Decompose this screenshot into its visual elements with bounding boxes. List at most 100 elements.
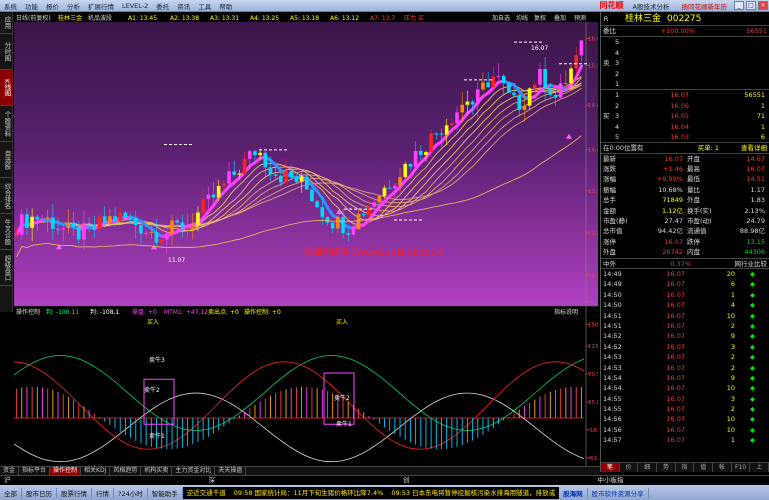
promo-link[interactable]: 扬同花顺新年历	[676, 1, 734, 11]
candle-body	[118, 212, 123, 221]
status-all[interactable]: 全部	[0, 487, 22, 498]
ma-button[interactable]: 均线	[516, 14, 528, 22]
indicator-tab-4[interactable]: 风格趋势	[110, 467, 142, 475]
tick-price: 16.07	[666, 394, 685, 403]
forecast-button[interactable]: 预测	[574, 14, 586, 22]
order-tag-right: 买单: 1	[697, 144, 719, 153]
buy-volume: 1	[760, 122, 765, 131]
indicator-tick-label: -18.91	[588, 428, 598, 434]
left-tab-7[interactable]: 超级盘口	[0, 250, 13, 286]
menu-item-quote[interactable]: 报价	[42, 1, 63, 11]
indicator-tab-6[interactable]: 主力资金对比	[172, 467, 216, 475]
maximize-button[interactable]: □	[746, 1, 756, 10]
status-calendar[interactable]: 股市日历	[22, 487, 57, 498]
kline-chart[interactable]: 16.07 15.57 14.83 14.01 13.24 12.46 11.68 股海网提…	[14, 22, 598, 477]
buy-orders: 1 16.07 56551 2 16.06 1 买 3 16.05 71 4 16.04 1 5 16.03…	[601, 89, 769, 142]
left-tab-5[interactable]: 综合排名	[0, 178, 13, 214]
tick-price: 16.07	[666, 384, 685, 393]
menu-item-news[interactable]: 资讯	[173, 1, 194, 11]
stat-value-2: 14.67	[746, 154, 765, 163]
tick-volume: 20	[726, 269, 735, 278]
menu-item-tools[interactable]: 工具	[194, 1, 215, 11]
index-sh[interactable]: 沪	[0, 476, 15, 485]
tick-price: 16.07	[666, 301, 685, 310]
candle-body	[19, 214, 24, 235]
index-sz[interactable]: 深	[205, 476, 220, 485]
quote-tab-6[interactable]: 帐	[713, 463, 732, 472]
period-label[interactable]: 日线(前复权)	[16, 14, 51, 22]
tick-volume: 1	[730, 436, 735, 445]
quote-tab-4[interactable]: 指	[676, 463, 695, 472]
tick-time: 14:49	[603, 269, 622, 278]
quote-tab-3[interactable]: 势	[657, 463, 676, 472]
minimize-button[interactable]: _	[734, 1, 744, 10]
price-tick-label: 13.24	[588, 189, 598, 195]
candle-body	[346, 233, 351, 235]
index-cy[interactable]: 创	[399, 476, 414, 485]
indicator-tab-5[interactable]: 机构买卖	[141, 467, 173, 475]
status-market[interactable]: 行情	[92, 487, 114, 498]
candle-body	[139, 225, 143, 234]
refresh-icon[interactable]: R	[601, 12, 611, 25]
candle-body	[133, 217, 138, 226]
close-button[interactable]: ×	[758, 1, 768, 10]
quote-tab-7[interactable]: F10	[732, 463, 751, 472]
indicator-tab-2[interactable]: 操作控制	[50, 467, 82, 475]
status-assistant[interactable]: 智能助手	[148, 487, 183, 498]
left-tab-3[interactable]: 个股资料	[0, 106, 13, 142]
left-tab-1[interactable]: 分时图	[0, 34, 13, 70]
menu-item-system[interactable]: 系统	[0, 1, 21, 11]
stat-value: +1.46	[663, 165, 683, 174]
status-quotes[interactable]: 股票行情	[57, 487, 92, 498]
menu-item-help[interactable]: 帮助	[215, 1, 236, 11]
left-tab-0[interactable]: 应用	[0, 12, 13, 34]
add-favorite-button[interactable]: 加自选	[492, 14, 510, 22]
adjust-button[interactable]: 复权	[534, 14, 546, 22]
indicator-tab-1[interactable]: 指标平台	[19, 467, 51, 475]
tick-price: 16.07	[666, 436, 685, 445]
tick-time: 14:50	[603, 290, 622, 299]
quote-tab-5[interactable]: 值	[694, 463, 714, 472]
candle-body	[532, 84, 537, 89]
candle-body	[159, 239, 164, 243]
quote-tab-0[interactable]: 笔	[601, 463, 620, 472]
buy-volume: 56551	[744, 91, 765, 100]
indicator-name-label[interactable]: 操作控制	[16, 308, 40, 316]
stat-label-2: 最高	[687, 165, 700, 174]
menu-item-function[interactable]: 功能	[21, 1, 42, 11]
sell-row: 卖3	[601, 58, 769, 68]
indicator-name[interactable]: 机品波段	[88, 14, 112, 22]
left-tab-4[interactable]: 自选股	[0, 142, 13, 178]
indicator-tabs: 资金 指标平台 操作控制 相关KDJ 风格趋势 机构买卖 主力资金对比 天天操盘	[0, 466, 600, 475]
menu-item-extended[interactable]: 扩展行情	[84, 1, 118, 11]
indicator-help-button[interactable]: 指标说明	[554, 308, 578, 316]
quote-tab-8[interactable]: 上	[750, 463, 769, 472]
news-ticker-3[interactable]: 09:53 日本东电将暂停挖掘核污染水排海用隧道，排放或	[387, 486, 560, 499]
menu-item-trade[interactable]: 委托	[152, 1, 173, 11]
news-ticker-1[interactable]: 逆近交通千道	[182, 486, 230, 499]
quote-tab-2[interactable]: 细	[638, 463, 658, 472]
tick-arrow-icon: ◆	[750, 373, 755, 382]
stat-value: 27.47	[664, 217, 683, 226]
tick-row: 14:53 16.07 2 ◆	[601, 352, 769, 362]
quote-tab-1[interactable]: 价	[620, 463, 639, 472]
candle-body	[123, 212, 128, 218]
index-zx[interactable]: 中小板指	[594, 476, 628, 485]
order-detail-link[interactable]: 查看详细	[719, 143, 767, 152]
menu-item-level2[interactable]: LEVEL-2	[118, 2, 152, 10]
status-24h[interactable]: ?24小时	[114, 487, 148, 498]
left-tab-6[interactable]: 牛叉诊股	[0, 214, 13, 250]
news-ticker-2[interactable]: 09:58 国家统计局：11月下旬生猪价格环比降7.4%	[229, 486, 388, 499]
overlay-button[interactable]: 叠加	[554, 14, 566, 22]
indicator-tab-3[interactable]: 相关KDJ	[81, 467, 111, 475]
industry-compare-link[interactable]: 网行业比较	[691, 259, 768, 268]
candle-body	[434, 133, 439, 135]
tick-price: 16.07	[666, 332, 685, 341]
a7-value: A7: 13.7	[370, 15, 395, 22]
tick-time: 14:53	[603, 353, 622, 362]
left-tab-2[interactable]: K线图	[0, 70, 13, 106]
stat-label-2: 内盘	[687, 248, 700, 257]
menu-item-analysis[interactable]: 分析	[63, 1, 84, 11]
indicator-tab-7[interactable]: 天天操盘	[215, 467, 247, 475]
indicator-tab-0[interactable]: 资金	[0, 467, 20, 475]
